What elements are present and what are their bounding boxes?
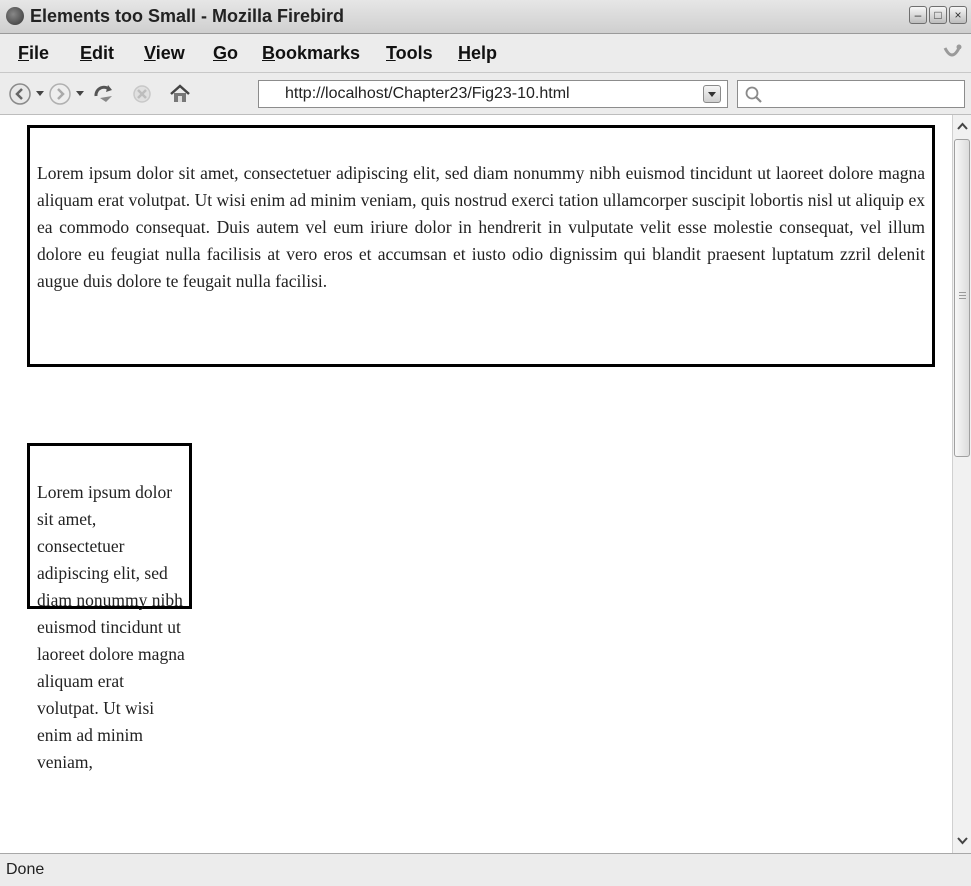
window-title: Elements too Small - Mozilla Firebird	[30, 6, 345, 26]
search-input[interactable]	[737, 80, 965, 108]
forward-icon[interactable]	[48, 82, 72, 106]
wide-box-paragraph: Lorem ipsum dolor sit amet, consectetuer…	[37, 163, 925, 291]
title-bar: Elements too Small - Mozilla Firebird – …	[0, 0, 971, 34]
status-bar: Done	[0, 853, 971, 886]
firebird-logo-icon	[6, 7, 24, 25]
minimize-button[interactable]: –	[909, 6, 927, 24]
url-text: http://localhost/Chapter23/Fig23-10.html	[285, 85, 570, 102]
status-text: Done	[6, 861, 45, 878]
menu-edit[interactable]: Edit	[80, 43, 114, 64]
menu-help[interactable]: Help	[458, 43, 497, 64]
menu-go[interactable]: Go	[213, 43, 238, 64]
page-content: Lorem ipsum dolor sit amet, consectetuer…	[0, 115, 952, 853]
url-dropdown-button[interactable]	[703, 85, 721, 103]
back-icon[interactable]	[8, 82, 32, 106]
vertical-scrollbar[interactable]	[952, 115, 971, 853]
close-button[interactable]: ×	[949, 6, 967, 24]
maximize-button[interactable]: □	[929, 6, 947, 24]
address-bar[interactable]: http://localhost/Chapter23/Fig23-10.html	[258, 80, 728, 108]
scroll-down-icon[interactable]	[954, 831, 971, 849]
scrollbar-grip	[959, 292, 966, 300]
window-controls: – □ ×	[909, 6, 967, 24]
stop-icon[interactable]	[130, 82, 154, 106]
search-icon	[745, 86, 762, 103]
reload-icon[interactable]	[92, 82, 116, 106]
menu-bar: File Edit View Go Bookmarks Tools Help	[0, 34, 971, 73]
home-icon[interactable]	[168, 82, 192, 106]
throbber-icon	[943, 44, 962, 57]
menu-tools[interactable]: Tools	[386, 43, 433, 64]
navigation-toolbar: http://localhost/Chapter23/Fig23-10.html	[0, 73, 971, 115]
menu-view[interactable]: View	[144, 43, 185, 64]
narrow-box-paragraph: Lorem ipsum dolor sit amet, consectetuer…	[37, 482, 185, 772]
scrollbar-thumb[interactable]	[954, 139, 970, 457]
menu-bookmarks[interactable]: Bookmarks	[262, 43, 360, 64]
scroll-up-icon[interactable]	[954, 118, 971, 136]
menu-file[interactable]: File	[18, 43, 49, 64]
forward-dropdown-icon[interactable]	[76, 91, 84, 96]
back-dropdown-icon[interactable]	[36, 91, 44, 96]
